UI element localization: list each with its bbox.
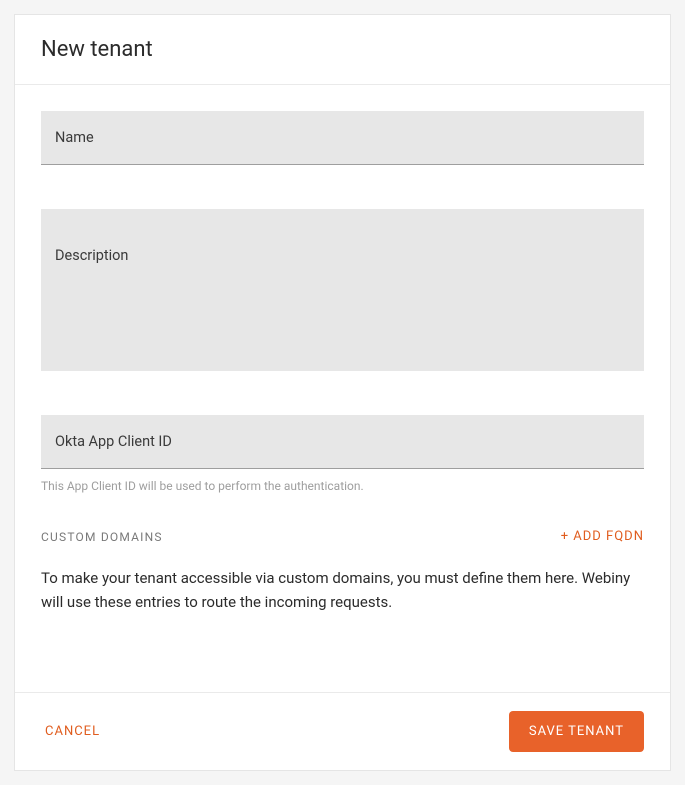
name-input[interactable]	[41, 111, 644, 165]
card-footer: CANCEL SAVE TENANT	[15, 692, 670, 770]
custom-domains-header: CUSTOM DOMAINS + ADD FQDN	[41, 529, 644, 544]
page-title: New tenant	[41, 37, 644, 62]
card-header: New tenant	[15, 15, 670, 85]
card-body: Description This App Client ID will be u…	[15, 85, 670, 692]
description-input[interactable]	[41, 209, 644, 371]
save-tenant-button[interactable]: SAVE TENANT	[509, 711, 644, 752]
name-field-wrapper	[41, 111, 644, 165]
description-textarea-wrapper: Description	[41, 209, 644, 371]
new-tenant-card: New tenant Description This App Client I…	[14, 14, 671, 771]
okta-helper-text: This App Client ID will be used to perfo…	[41, 479, 644, 493]
custom-domains-label: CUSTOM DOMAINS	[41, 530, 163, 544]
okta-client-id-input[interactable]	[41, 415, 644, 469]
okta-field-wrapper: This App Client ID will be used to perfo…	[41, 415, 644, 493]
add-fqdn-button[interactable]: + ADD FQDN	[561, 529, 644, 544]
cancel-button[interactable]: CANCEL	[41, 716, 104, 747]
description-field-wrapper: Description	[41, 209, 644, 371]
custom-domains-description: To make your tenant accessible via custo…	[41, 566, 644, 614]
